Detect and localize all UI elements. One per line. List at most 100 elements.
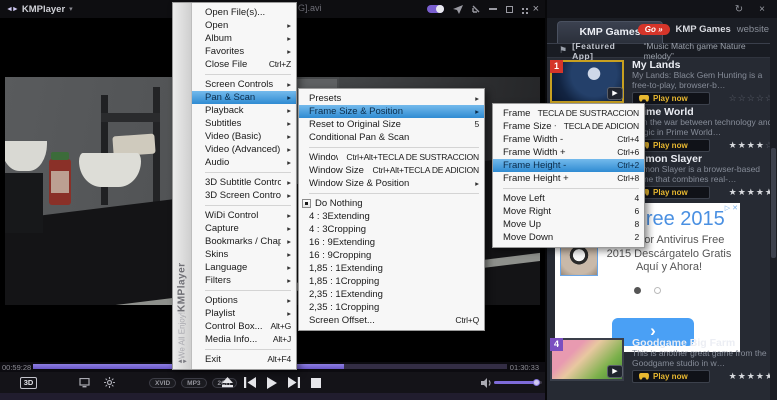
go-badge[interactable]: Go » (638, 24, 670, 35)
menu-item-frame-height[interactable]: Frame Height -Ctrl+2 (493, 159, 644, 172)
menu-item-16-9extending[interactable]: 16 : 9Extending (299, 236, 484, 249)
menu-item-frame-size[interactable]: Frame Size +TECLA DE ADICION (493, 120, 644, 133)
menu-item-screen-offset[interactable]: Screen Offset...Ctrl+Q (299, 314, 484, 327)
window-controls: × (427, 0, 539, 18)
menu-item-skins[interactable]: Skins▸ (192, 248, 296, 261)
menu-item-video-basic[interactable]: Video (Basic)▸ (192, 130, 296, 143)
volume-knob[interactable] (533, 379, 540, 386)
menu-item-1-85-1extending[interactable]: 1,85 : 1Extending (299, 262, 484, 275)
3d-mode-button[interactable]: 3D (20, 377, 37, 389)
menu-item-video-advanced[interactable]: Video (Advanced)▸ (192, 143, 296, 156)
maximize-button[interactable] (506, 6, 513, 13)
minimize-button[interactable] (489, 8, 497, 10)
menu-item-move-right[interactable]: Move Right6 (493, 205, 644, 218)
play-button[interactable] (267, 377, 277, 389)
menu-item-subtitles[interactable]: Subtitles▸ (192, 117, 296, 130)
menu-item-reset-to-original-size[interactable]: Reset to Original Size5 (299, 118, 484, 131)
menu-item-frame-width[interactable]: Frame Width -Ctrl+4 (493, 133, 644, 146)
menu-item-open[interactable]: Open▸ (192, 19, 296, 32)
previous-button[interactable] (244, 377, 256, 388)
close-button[interactable]: × (533, 4, 539, 14)
rank-badge: 1 (550, 60, 563, 73)
carousel-dot[interactable] (654, 287, 661, 294)
menu-item-frame-size[interactable]: Frame Size -TECLA DE SUSTRACCION (493, 107, 644, 120)
thumbnail-play-icon[interactable]: ▶ (607, 87, 623, 100)
screen-mode-icon[interactable] (79, 378, 90, 388)
menu-item-playback[interactable]: Playback▸ (192, 104, 296, 117)
menu-item-4-3cropping[interactable]: 4 : 3Cropping (299, 223, 484, 236)
star-filled-icon: ★ (738, 140, 747, 150)
menu-item-close-file[interactable]: Close FileCtrl+Z (192, 58, 296, 71)
menu-item-conditional-pan-scan[interactable]: Conditional Pan & Scan (299, 131, 484, 144)
menu-item-1-85-1cropping[interactable]: 1,85 : 1Cropping (299, 275, 484, 288)
menu-item-4-3extending[interactable]: 4 : 3Extending (299, 210, 484, 223)
menu-item-audio[interactable]: Audio▸ (192, 156, 296, 169)
menu-item-16-9cropping[interactable]: 16 : 9Cropping (299, 249, 484, 262)
play-now-button[interactable]: Play now (632, 370, 710, 383)
menu-item-frame-width[interactable]: Frame Width +Ctrl+6 (493, 146, 644, 159)
featured-app-bar[interactable]: ⚑ [Featured App] “Music Match game Natur… (547, 44, 777, 58)
menu-item-playlist[interactable]: Playlist▸ (192, 307, 296, 320)
submenu-arrow-icon: ▸ (281, 32, 291, 45)
sidebar-scrollbar[interactable] (770, 18, 777, 400)
menu-separator (205, 74, 291, 75)
menu-item-album[interactable]: Album▸ (192, 32, 296, 45)
menu-item-bookmarks-chapter[interactable]: Bookmarks / Chapter▸ (192, 235, 296, 248)
menu-item-frame-size-position[interactable]: Frame Size & Position▸ (299, 105, 484, 118)
carousel-dot-active[interactable] (634, 287, 641, 294)
thumbnail-play-icon[interactable]: ▶ (607, 365, 623, 378)
menu-item-3d-subtitle-controls[interactable]: 3D Subtitle Controls▸ (192, 176, 296, 189)
menu-item-move-up[interactable]: Move Up8 (493, 218, 644, 231)
next-button[interactable] (288, 377, 300, 388)
stop-button[interactable] (311, 378, 321, 388)
menu-item-filters[interactable]: Filters▸ (192, 274, 296, 287)
menu-separator (503, 188, 639, 189)
app-menu-chevron-icon[interactable]: ▾ (69, 5, 73, 13)
star-empty-icon: ☆ (729, 93, 738, 103)
menu-item-frame-height[interactable]: Frame Height +Ctrl+8 (493, 172, 644, 185)
menu-item-window-size-position[interactable]: Window Size & Position▸ (299, 177, 484, 190)
menu-item-2-35-1cropping[interactable]: 2,35 : 1Cropping (299, 301, 484, 314)
menu-item-open-file-s[interactable]: Open File(s)... (192, 6, 296, 19)
menu-separator (309, 193, 479, 194)
theme-toggle[interactable] (427, 5, 444, 13)
menu-item-3d-screen-controls[interactable]: 3D Screen Controls▸ (192, 189, 296, 202)
menu-shortcut: 8 (626, 218, 639, 231)
volume-icon[interactable] (481, 378, 493, 388)
menu-item-exit[interactable]: ExitAlt+F4 (192, 353, 296, 366)
snap-grid-icon[interactable] (522, 8, 524, 10)
menu-item-presets[interactable]: Presets▸ (299, 92, 484, 105)
settings-gear-icon[interactable] (104, 377, 115, 388)
eject-button[interactable] (222, 377, 233, 388)
menu-item-move-down[interactable]: Move Down2 (493, 231, 644, 244)
menu-item-screen-controls[interactable]: Screen Controls▸ (192, 78, 296, 91)
resize-arrow-icon[interactable] (472, 5, 480, 13)
menu-item-language[interactable]: Language▸ (192, 261, 296, 274)
refresh-icon[interactable]: ↻ (735, 4, 743, 15)
sidebar-close-icon[interactable]: × (759, 4, 765, 15)
menu-item-label: Window Size + (309, 164, 365, 177)
submenu-arrow-icon: ▸ (281, 235, 291, 248)
menu-item-do-nothing[interactable]: Do Nothing (299, 197, 484, 210)
menu-item-favorites[interactable]: Favorites▸ (192, 45, 296, 58)
menu-item-options[interactable]: Options▸ (192, 294, 296, 307)
menu-item-move-left[interactable]: Move Left4 (493, 192, 644, 205)
menu-item-window-size[interactable]: Window Size -Ctrl+Alt+TECLA DE SUSTRACCI… (299, 151, 484, 164)
adchoices-icon[interactable]: ▷ ✕ (725, 204, 738, 212)
website-label[interactable]: website (737, 24, 769, 35)
kmp-games-website-link[interactable]: KMP Games (676, 24, 731, 35)
scrollbar-thumb[interactable] (771, 148, 776, 258)
volume-slider[interactable] (494, 381, 542, 384)
menu-item-capture[interactable]: Capture▸ (192, 222, 296, 235)
menu-item-control-box[interactable]: Control Box...Alt+G (192, 320, 296, 333)
menu-item-label: Frame Size & Position (309, 105, 403, 118)
menu-item-widi-control[interactable]: WiDi Control▸ (192, 209, 296, 222)
menu-item-label: Move Down (503, 231, 553, 244)
menu-item-media-info[interactable]: Media Info...Alt+J (192, 333, 296, 346)
menu-item-2-35-1extending[interactable]: 2,35 : 1Extending (299, 288, 484, 301)
menu-shortcut: Ctrl+Alt+TECLA DE ADICION (365, 164, 479, 177)
menu-item-label: Screen Controls (205, 78, 273, 91)
menu-item-window-size[interactable]: Window Size +Ctrl+Alt+TECLA DE ADICION (299, 164, 484, 177)
cast-icon[interactable] (453, 5, 463, 14)
menu-item-pan-scan[interactable]: Pan & Scan▸ (192, 91, 296, 104)
